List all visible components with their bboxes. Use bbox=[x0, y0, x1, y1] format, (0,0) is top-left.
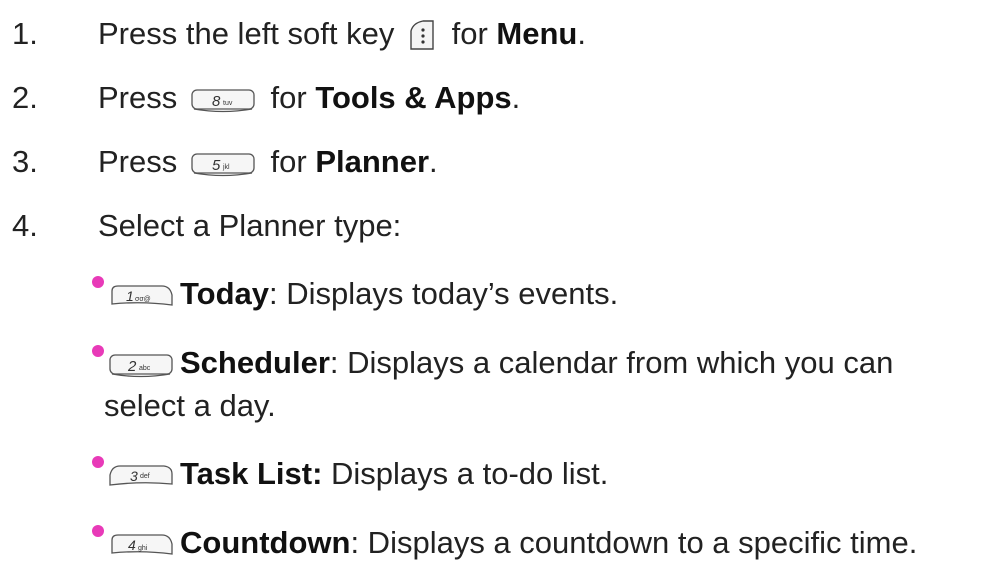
step-text: Select a Planner type: bbox=[98, 208, 402, 243]
bullet-dot bbox=[92, 456, 104, 468]
svg-text:abc: abc bbox=[139, 365, 151, 372]
svg-text:1: 1 bbox=[126, 288, 134, 304]
key-3-def-icon: 3 def bbox=[108, 463, 174, 489]
step-number: 1. bbox=[12, 16, 38, 51]
svg-text:ghi: ghi bbox=[138, 545, 148, 552]
scheduler-label: Scheduler bbox=[180, 345, 330, 380]
key-8-tuv-icon: 8 tuv bbox=[190, 87, 256, 113]
bullet-dot bbox=[92, 276, 104, 288]
key-2-abc-icon: 2 abc bbox=[108, 352, 174, 378]
svg-text:2: 2 bbox=[127, 358, 137, 375]
svg-text:σσ@: σσ@ bbox=[135, 296, 151, 303]
bullet-dot bbox=[92, 525, 104, 537]
step-number: 2. bbox=[12, 80, 38, 115]
svg-text:def: def bbox=[140, 473, 150, 480]
svg-text:8: 8 bbox=[212, 93, 221, 110]
tools-apps-label: Tools & Apps bbox=[315, 80, 512, 115]
key-4-ghi-icon: 4 ghi bbox=[108, 532, 174, 558]
manual-page: { "steps": [ {"num": "1.", "pre": "Press… bbox=[0, 0, 998, 578]
bullet-dot bbox=[92, 345, 104, 357]
today-label: Today bbox=[180, 276, 269, 311]
planner-label: Planner bbox=[315, 144, 430, 179]
task-list-label: Task List: bbox=[180, 456, 323, 491]
key-1-icon: 1 σσ@ bbox=[108, 283, 174, 309]
countdown-label: Countdown bbox=[180, 525, 351, 560]
svg-text:3: 3 bbox=[130, 468, 138, 484]
svg-text:4: 4 bbox=[128, 537, 136, 553]
list-item-continuation: select a day. bbox=[104, 388, 276, 423]
key-5-jkl-icon: 5 jkl bbox=[190, 151, 256, 177]
svg-text:jkl: jkl bbox=[222, 164, 230, 171]
svg-text:5: 5 bbox=[212, 157, 221, 174]
menu-label: Menu bbox=[496, 16, 578, 51]
step-number: 4. bbox=[12, 208, 38, 243]
left-soft-key-icon bbox=[407, 19, 437, 53]
svg-text:tuv: tuv bbox=[223, 100, 233, 107]
step-text: Press the left soft key bbox=[98, 16, 395, 51]
step-number: 3. bbox=[12, 144, 38, 179]
